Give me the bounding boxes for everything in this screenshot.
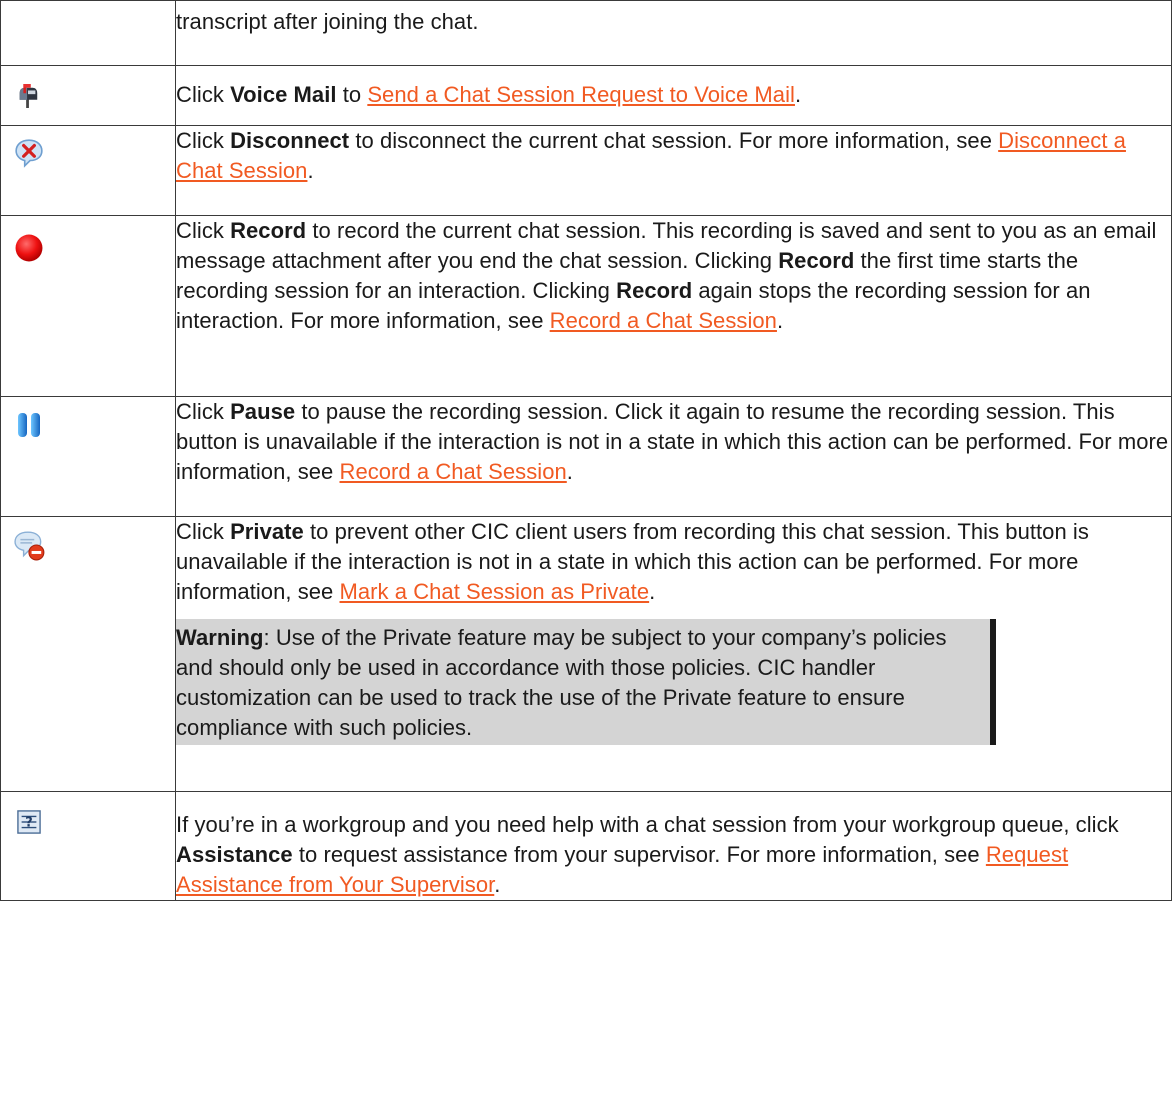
link-send-to-voice-mail[interactable]: Send a Chat Session Request to Voice Mai… (367, 82, 795, 107)
ui-term-record: Record (778, 248, 855, 273)
link-mark-private[interactable]: Mark a Chat Session as Private (340, 579, 650, 604)
link-record-chat-session[interactable]: Record a Chat Session (550, 308, 777, 333)
text-run: to pause the recording session. Click it… (176, 399, 1169, 484)
disconnect-icon (15, 139, 43, 168)
assistance-icon: ? (17, 810, 41, 834)
icon-cell (0, 125, 176, 216)
ui-term-assistance: Assistance (176, 842, 293, 867)
record-icon (15, 234, 43, 262)
ui-term-pause: Pause (230, 399, 296, 424)
text-run: to disconnect the current chat session. … (349, 128, 999, 153)
text-run: to request assistance from your supervis… (292, 842, 986, 867)
ui-term-disconnect: Disconnect (230, 128, 350, 153)
warning-note: Warning: Use of the Private feature may … (176, 619, 996, 745)
text-run: Click (176, 128, 231, 153)
link-record-chat-session[interactable]: Record a Chat Session (340, 459, 567, 484)
table-row: Click Voice Mail to Send a Chat Session … (0, 65, 1172, 126)
table-row: Click Private to prevent other CIC clien… (0, 516, 1172, 792)
description-cell: Click Voice Mail to Send a Chat Session … (175, 65, 1172, 126)
description-cell: Click Private to prevent other CIC clien… (175, 516, 1172, 792)
text-run: Click (176, 82, 231, 107)
warning-text: : Use of the Private feature may be subj… (176, 625, 947, 740)
icon-cell (0, 0, 176, 66)
svg-text:?: ? (25, 816, 33, 831)
description-text: transcript after joining the chat. (176, 9, 479, 34)
text-run: Click (176, 519, 231, 544)
text-run: . (307, 158, 314, 183)
icon-cell (0, 215, 176, 397)
table-row: Click Pause to pause the recording sessi… (0, 396, 1172, 517)
private-icon (14, 531, 45, 561)
text-run: to (336, 82, 368, 107)
text-run: . (776, 308, 784, 333)
description-cell: If you’re in a workgroup and you need he… (175, 791, 1172, 901)
text-run: . (494, 872, 501, 897)
icon-cell: ? (0, 791, 176, 901)
ui-term-record: Record (616, 278, 693, 303)
voicemail-mailbox-icon (19, 84, 38, 108)
text-run: Click (176, 218, 231, 243)
text-run: . (566, 459, 573, 484)
description-cell: transcript after joining the chat. (175, 0, 1172, 66)
ui-term-voice-mail: Voice Mail (230, 82, 337, 107)
icon-cell (0, 65, 176, 126)
table-row: ? If you’re in a workgroup and you need … (0, 791, 1172, 901)
description-cell: Click Disconnect to disconnect the curre… (175, 125, 1172, 216)
table-row: Click Disconnect to disconnect the curre… (0, 125, 1172, 216)
icon-cell (0, 396, 176, 517)
toolbar-buttons-table: transcript after joining the chat. Click… (0, 0, 1172, 901)
table-row: transcript after joining the chat. (0, 0, 1172, 66)
text-run: . (794, 82, 802, 107)
description-cell: Click Record to record the current chat … (175, 215, 1172, 397)
icon-cell (0, 516, 176, 792)
pause-icon (18, 413, 40, 437)
ui-term-record: Record (230, 218, 307, 243)
description-cell: Click Pause to pause the recording sessi… (175, 396, 1172, 517)
text-run: Click (176, 399, 231, 424)
table-row: Click Record to record the current chat … (0, 215, 1172, 397)
text-run: . (649, 579, 656, 604)
text-run: If you’re in a workgroup and you need he… (176, 812, 1119, 837)
warning-label: Warning (176, 625, 264, 650)
ui-term-private: Private (230, 519, 304, 544)
